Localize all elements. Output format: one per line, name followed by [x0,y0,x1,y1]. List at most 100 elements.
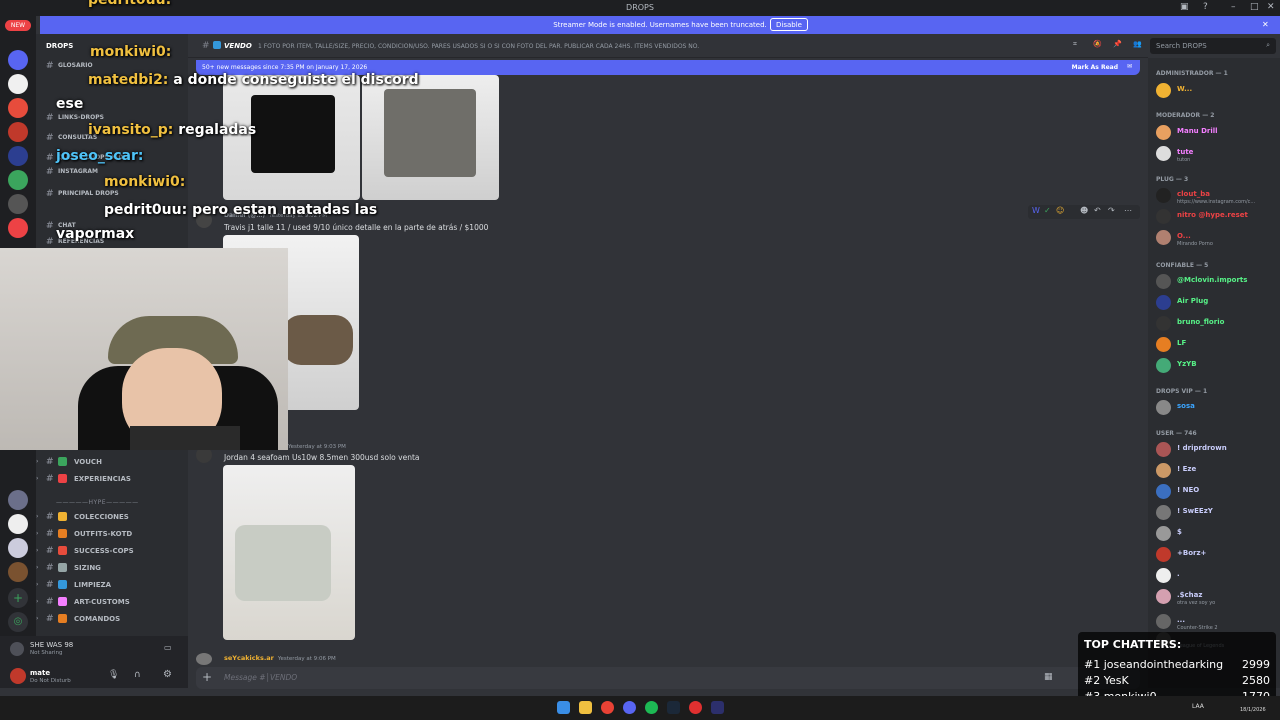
language-indicator[interactable]: LAA [1192,703,1204,710]
member-item[interactable]: LF [1156,336,1280,354]
member-activity: Mirando Porno [1177,241,1213,247]
voice-title: SHE WAS 98 [30,641,74,649]
member-item[interactable]: ! SwEEzY [1156,504,1280,522]
member-item[interactable]: Air Plug [1156,294,1280,312]
category-hype[interactable]: —————HYPE————— [56,499,139,506]
hash-icon: # [46,563,54,573]
mute-bell-icon[interactable]: 🔕 [1093,40,1102,48]
member-item[interactable]: YzYB [1156,357,1280,375]
banner-close-icon[interactable]: ✕ [1262,20,1269,29]
member-item[interactable]: +Borz+ [1156,546,1280,564]
start-icon[interactable] [557,701,570,714]
member-item[interactable]: ! Eze [1156,462,1280,480]
channel-art-customs[interactable]: › # ART-CUSTOMS [36,594,188,610]
channel-label: COLECCIONES [74,513,129,521]
channel-experiencias[interactable]: › # EXPERIENCIAS [36,471,188,487]
settings-gear-icon[interactable]: ⚙ [163,669,172,680]
server-icon[interactable] [8,538,28,558]
app-icon[interactable] [689,701,702,714]
member-item[interactable]: W... [1156,82,1280,100]
avatar[interactable] [10,668,26,684]
headphones-icon[interactable]: ∩ [134,670,141,680]
channel-comandos[interactable]: › # COMANDOS [36,611,188,627]
clock-date[interactable]: 18/1/2026 [1240,707,1266,713]
message-composer[interactable]: + Message #│VENDO ▦ [196,667,1140,689]
channel-emoji-icon [58,546,67,555]
member-name: O... [1177,232,1191,240]
overlay-user: pedrit0uu: [104,202,188,218]
channel-vouch[interactable]: › # VOUCH [36,454,188,470]
server-icon[interactable] [8,490,28,510]
help-icon[interactable]: ? [1203,2,1208,12]
threads-icon[interactable]: ⌗ [1073,40,1077,49]
message-timestamp: Yesterday at 9:03 PM [288,444,346,450]
steam-icon[interactable] [667,701,680,714]
channel-success-cops[interactable]: › # SUCCESS-COPS [36,543,188,559]
mark-read-icon[interactable]: ✉ [1127,63,1132,70]
member-name: ! driprdrown [1177,444,1227,452]
server-icon[interactable] [8,514,28,534]
member-item[interactable]: $ [1156,525,1280,543]
forward-icon[interactable]: ↷ [1108,206,1115,215]
member-item[interactable]: .$chaz otra vez soy yo [1156,588,1280,606]
close-icon[interactable]: ✕ [1267,2,1275,12]
channel-label: VOUCH [74,458,102,466]
author-name[interactable]: seYcakicks.ar [224,654,274,662]
message-author[interactable]: seYcakicks.ar Yesterday at 9:06 PM [224,654,336,662]
inbox-icon[interactable]: ▣ [1180,2,1189,12]
member-item[interactable]: bruno_florio [1156,315,1280,333]
minimize-icon[interactable]: – [1231,2,1236,12]
mark-as-read-button[interactable]: Mark As Read [1072,64,1118,71]
reply-icon[interactable]: ↶ [1094,206,1101,215]
reaction-check-icon[interactable]: ✓ [1044,206,1051,215]
disable-streamer-mode-button[interactable]: Disable [770,18,808,31]
member-item[interactable]: . [1156,567,1280,585]
message-image[interactable] [223,465,355,640]
avatar[interactable] [196,653,212,665]
chevron-icon: › [36,581,39,588]
member-item[interactable]: tute tuton [1156,145,1280,163]
add-reaction-icon[interactable]: ☻ [1080,206,1088,215]
spotify-icon[interactable] [645,701,658,714]
channel-outfits-kotd[interactable]: › # OUTFITS-KOTD [36,526,188,542]
app-icon[interactable] [711,701,724,714]
channel-sizing[interactable]: › # SIZING [36,560,188,576]
member-item[interactable]: ! driprdrown [1156,441,1280,459]
file-explorer-icon[interactable] [579,701,592,714]
pin-icon[interactable]: 📌 [1113,40,1122,48]
member-item[interactable]: Manu Drill [1156,124,1280,142]
search-input[interactable]: Search DROPS ⌕ [1150,38,1276,54]
server-icon[interactable] [8,562,28,582]
overlay-chat-line: ese [56,96,83,112]
overlay-chat-line: monkiwi0: [104,174,185,190]
member-item[interactable]: @Mclovin.imports [1156,273,1280,291]
reaction-emoji-icon[interactable]: ☺ [1056,206,1064,215]
attach-plus-icon[interactable]: + [202,670,212,684]
discover-icon[interactable]: ◎ [8,612,28,632]
overlay-text: vapormax [56,226,135,242]
member-item[interactable]: O... Mirando Porno [1156,229,1280,247]
add-server-icon[interactable]: + [8,588,28,608]
member-item[interactable]: ! NEO [1156,483,1280,501]
gift-icon[interactable]: ▦ [1044,672,1053,682]
chrome-icon[interactable] [601,701,614,714]
discord-taskbar-icon[interactable] [623,701,636,714]
avatar [1156,484,1171,499]
member-item[interactable]: nitro @hype.reset [1156,208,1280,226]
member-item[interactable]: clout_ba https://www.instagram.com/c... [1156,187,1280,205]
more-icon[interactable]: ⋯ [1124,206,1132,215]
members-icon[interactable]: 👥 [1133,40,1142,48]
member-item[interactable]: ... Counter-Strike 2 [1156,613,1280,631]
channel-colecciones[interactable]: › # COLECCIONES [36,509,188,525]
maximize-icon[interactable]: □ [1250,2,1259,12]
message-image[interactable] [362,75,499,200]
screen-share-icon[interactable]: ▭ [164,643,172,652]
message-author[interactable]: Yesterday at 9:03 PM [284,444,346,450]
username[interactable]: mate [30,669,50,677]
chevron-icon: › [36,513,39,520]
reaction-w-icon[interactable]: W [1032,206,1040,215]
mic-icon[interactable]: 🎙 [108,670,119,680]
webcam-overlay [0,248,288,450]
channel-limpieza[interactable]: › # LIMPIEZA [36,577,188,593]
member-item[interactable]: sosa [1156,399,1280,417]
